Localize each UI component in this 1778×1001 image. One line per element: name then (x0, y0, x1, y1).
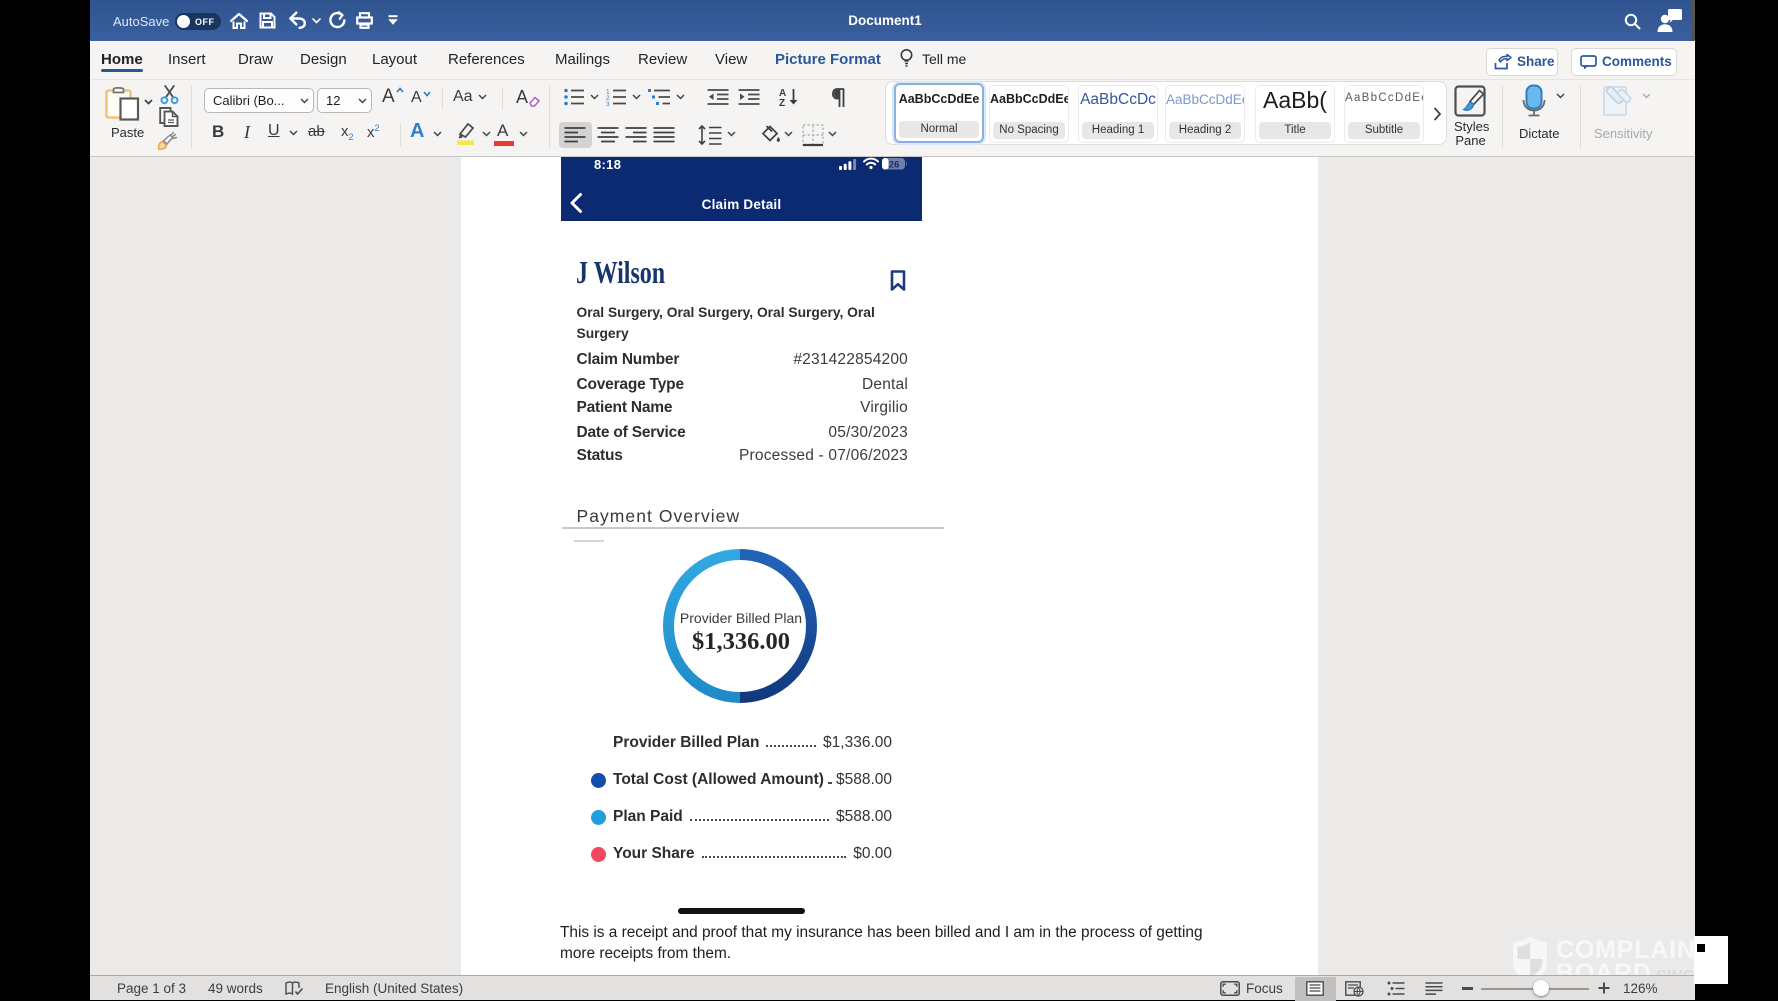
svg-text:3: 3 (606, 101, 610, 108)
svg-text:Z: Z (779, 98, 785, 109)
svg-text:26: 26 (889, 159, 900, 170)
